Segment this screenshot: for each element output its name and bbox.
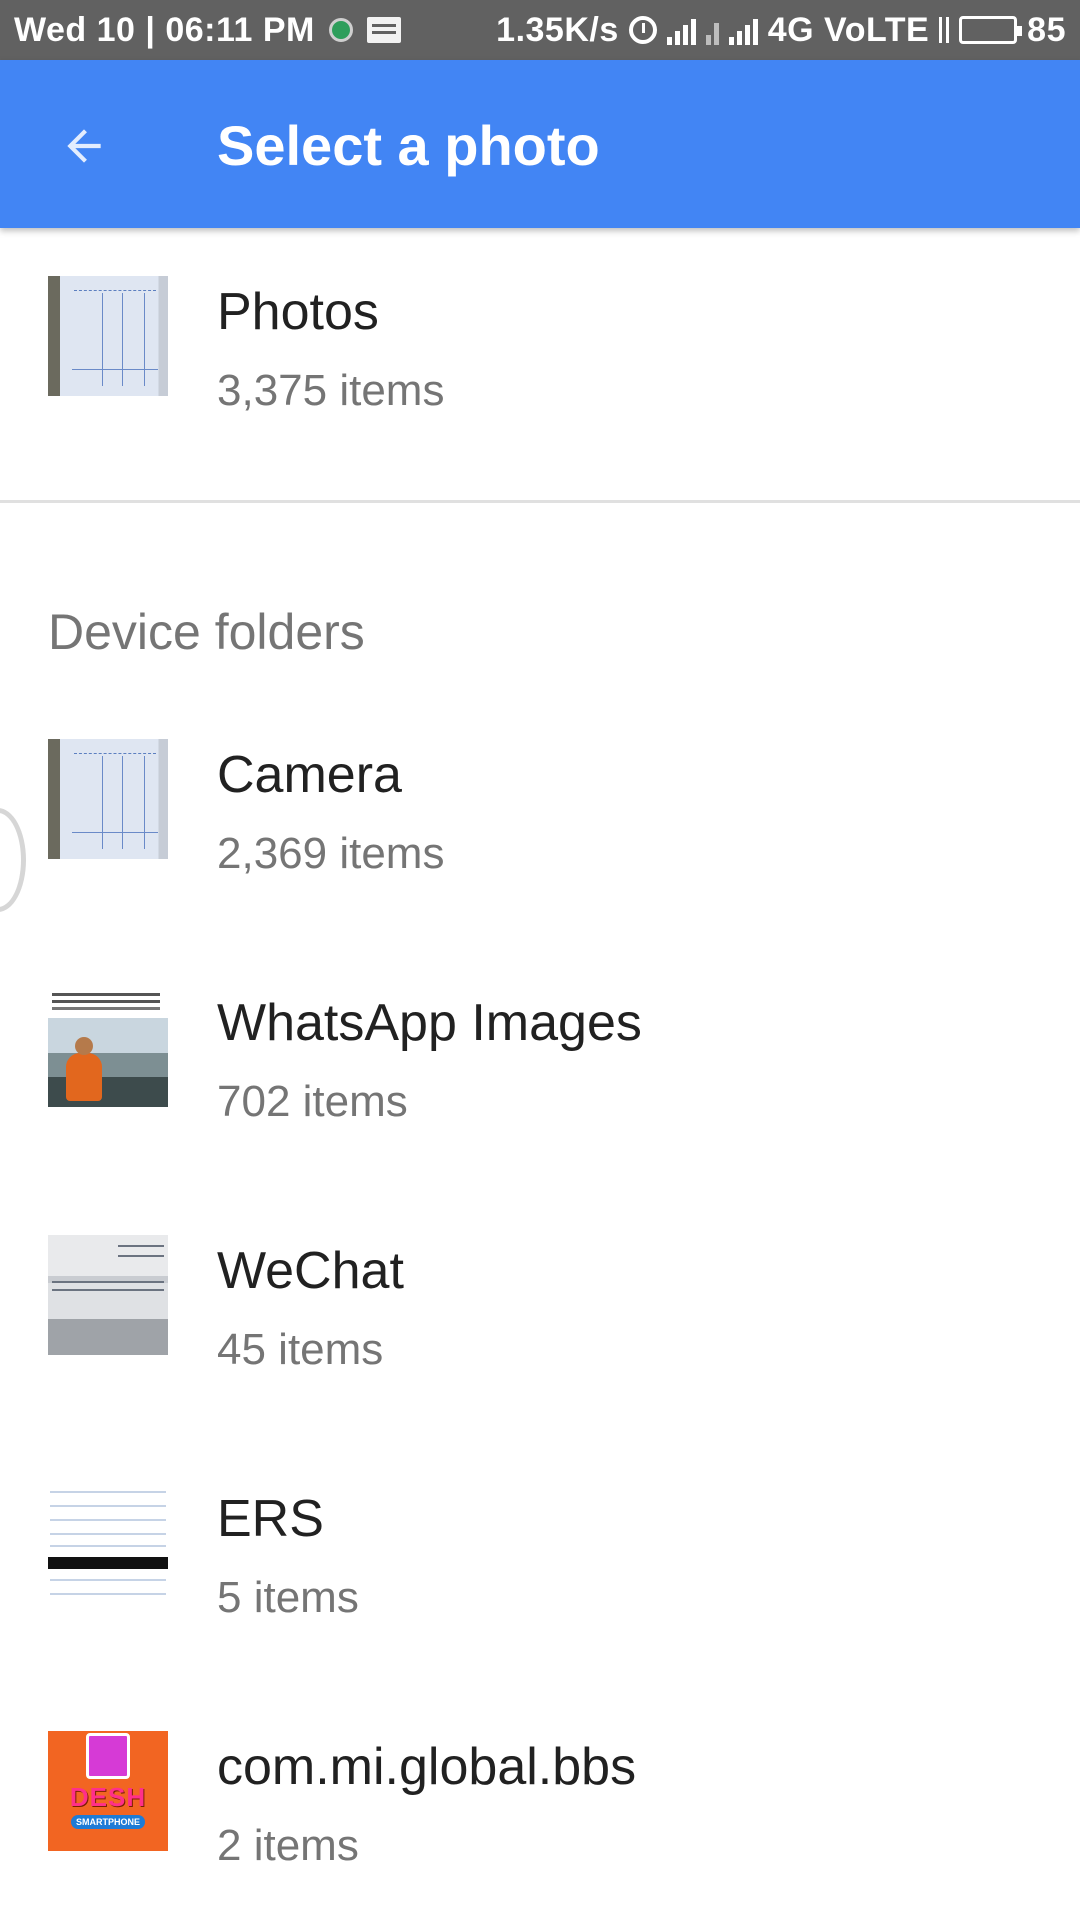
folder-thumbnail xyxy=(48,1483,168,1603)
folder-count: 2,369 items xyxy=(217,829,445,878)
folder-name: ERS xyxy=(217,1490,324,1548)
folder-name: WeChat xyxy=(217,1242,404,1300)
folder-row-camera[interactable]: Camera 2,369 items xyxy=(0,691,1080,939)
folder-thumbnail xyxy=(48,987,168,1107)
folder-row-com-mi-global-bbs[interactable]: DESH SMARTPHONE com.mi.global.bbs 2 item… xyxy=(0,1683,1080,1931)
album-name: Photos xyxy=(217,283,379,341)
message-icon xyxy=(366,17,401,43)
album-row-photos[interactable]: Photos 3,375 items xyxy=(0,228,1080,476)
folder-thumbnail xyxy=(48,739,168,859)
page-title: Select a photo xyxy=(217,114,600,177)
status-right: 1.35K/s 4G VoLTE 85 xyxy=(496,11,1066,50)
album-list: Photos 3,375 items Device folders Camera… xyxy=(0,228,1080,1931)
folder-count: 5 items xyxy=(217,1573,359,1622)
album-count: 3,375 items xyxy=(217,366,445,415)
folder-row-ers[interactable]: ERS 5 items xyxy=(0,1435,1080,1683)
folder-row-wechat[interactable]: WeChat 45 items xyxy=(0,1187,1080,1435)
signal-icon xyxy=(666,15,696,45)
section-title: Device folders xyxy=(48,604,365,660)
signal-4g-icon xyxy=(728,15,758,45)
folder-count: 45 items xyxy=(217,1325,384,1374)
alarm-icon xyxy=(628,16,657,44)
folder-count: 2 items xyxy=(217,1821,359,1870)
album-thumbnail xyxy=(48,276,168,396)
folder-row-whatsapp-images[interactable]: WhatsApp Images 702 items xyxy=(0,939,1080,1187)
notification-dot-icon xyxy=(328,18,353,42)
section-header: Device folders xyxy=(0,503,1080,691)
status-left: Wed 10 | 06:11 PM xyxy=(14,11,401,50)
charging-icon xyxy=(939,17,950,43)
arrow-back-icon xyxy=(67,129,101,163)
folder-name: com.mi.global.bbs xyxy=(217,1738,637,1796)
signal-secondary-icon xyxy=(705,15,719,45)
battery-icon xyxy=(959,16,1023,44)
phone-icon xyxy=(86,1733,130,1779)
back-button[interactable] xyxy=(48,110,120,182)
app-bar: Select a photo xyxy=(0,60,1080,228)
folder-thumbnail xyxy=(48,1235,168,1355)
thumbnail-text: SMARTPHONE xyxy=(70,1814,145,1829)
status-bar: Wed 10 | 06:11 PM 1.35K/s 4G VoLTE 85 xyxy=(0,0,1080,60)
battery-level: 85 xyxy=(1027,10,1066,49)
folder-thumbnail: DESH SMARTPHONE xyxy=(48,1731,168,1851)
folder-name: WhatsApp Images xyxy=(217,994,642,1052)
network-speed: 1.35K/s xyxy=(496,10,619,49)
network-type: 4G VoLTE xyxy=(767,10,930,49)
thumbnail-text: DESH xyxy=(69,1781,147,1812)
folder-name: Camera xyxy=(217,746,402,804)
status-datetime: Wed 10 | 06:11 PM xyxy=(14,10,315,49)
folder-count: 702 items xyxy=(217,1077,408,1126)
